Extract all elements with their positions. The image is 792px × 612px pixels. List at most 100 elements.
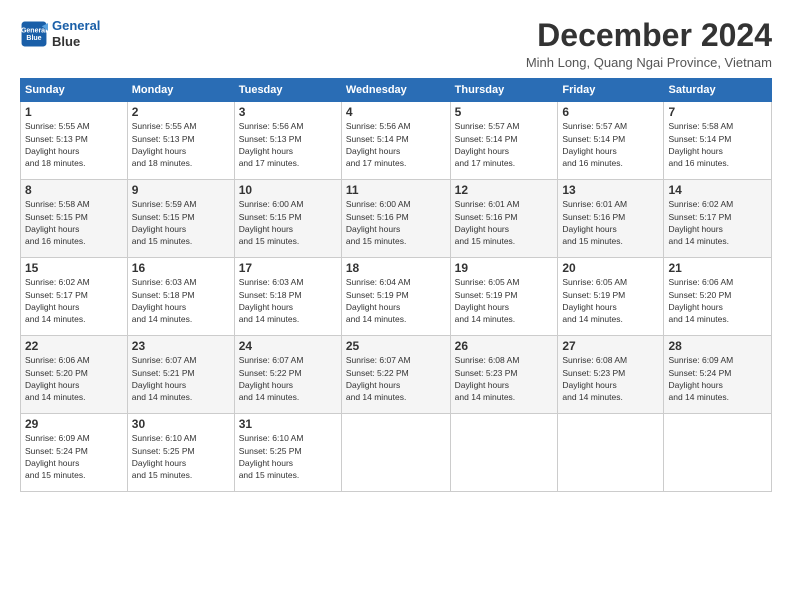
table-row: 13 Sunrise: 6:01 AM Sunset: 5:16 PM Dayl… <box>558 180 664 258</box>
calendar-table: Sunday Monday Tuesday Wednesday Thursday… <box>20 78 772 492</box>
table-row: 23 Sunrise: 6:07 AM Sunset: 5:21 PM Dayl… <box>127 336 234 414</box>
logo: General Blue General Blue <box>20 18 100 49</box>
day-info: Sunrise: 6:01 AM Sunset: 5:16 PM Dayligh… <box>562 198 659 247</box>
day-info: Sunrise: 6:04 AM Sunset: 5:19 PM Dayligh… <box>346 276 446 325</box>
day-number: 17 <box>239 261 337 275</box>
table-row <box>450 414 558 492</box>
table-row: 18 Sunrise: 6:04 AM Sunset: 5:19 PM Dayl… <box>341 258 450 336</box>
table-row: 2 Sunrise: 5:55 AM Sunset: 5:13 PM Dayli… <box>127 102 234 180</box>
day-number: 16 <box>132 261 230 275</box>
table-row: 31 Sunrise: 6:10 AM Sunset: 5:25 PM Dayl… <box>234 414 341 492</box>
day-number: 28 <box>668 339 767 353</box>
day-number: 9 <box>132 183 230 197</box>
table-row: 17 Sunrise: 6:03 AM Sunset: 5:18 PM Dayl… <box>234 258 341 336</box>
day-info: Sunrise: 5:57 AM Sunset: 5:14 PM Dayligh… <box>562 120 659 169</box>
col-sunday: Sunday <box>21 79 128 102</box>
day-number: 23 <box>132 339 230 353</box>
table-row: 1 Sunrise: 5:55 AM Sunset: 5:13 PM Dayli… <box>21 102 128 180</box>
table-row: 20 Sunrise: 6:05 AM Sunset: 5:19 PM Dayl… <box>558 258 664 336</box>
day-info: Sunrise: 6:09 AM Sunset: 5:24 PM Dayligh… <box>668 354 767 403</box>
calendar-week-row: 15 Sunrise: 6:02 AM Sunset: 5:17 PM Dayl… <box>21 258 772 336</box>
table-row: 5 Sunrise: 5:57 AM Sunset: 5:14 PM Dayli… <box>450 102 558 180</box>
day-info: Sunrise: 6:02 AM Sunset: 5:17 PM Dayligh… <box>25 276 123 325</box>
day-number: 5 <box>455 105 554 119</box>
day-number: 20 <box>562 261 659 275</box>
table-row: 11 Sunrise: 6:00 AM Sunset: 5:16 PM Dayl… <box>341 180 450 258</box>
day-info: Sunrise: 5:55 AM Sunset: 5:13 PM Dayligh… <box>132 120 230 169</box>
col-saturday: Saturday <box>664 79 772 102</box>
day-number: 14 <box>668 183 767 197</box>
day-number: 8 <box>25 183 123 197</box>
day-number: 2 <box>132 105 230 119</box>
location: Minh Long, Quang Ngai Province, Vietnam <box>526 55 772 70</box>
col-wednesday: Wednesday <box>341 79 450 102</box>
table-row: 28 Sunrise: 6:09 AM Sunset: 5:24 PM Dayl… <box>664 336 772 414</box>
table-row: 24 Sunrise: 6:07 AM Sunset: 5:22 PM Dayl… <box>234 336 341 414</box>
day-number: 4 <box>346 105 446 119</box>
day-info: Sunrise: 6:07 AM Sunset: 5:22 PM Dayligh… <box>239 354 337 403</box>
day-info: Sunrise: 5:57 AM Sunset: 5:14 PM Dayligh… <box>455 120 554 169</box>
day-number: 7 <box>668 105 767 119</box>
day-info: Sunrise: 6:07 AM Sunset: 5:22 PM Dayligh… <box>346 354 446 403</box>
calendar-week-row: 1 Sunrise: 5:55 AM Sunset: 5:13 PM Dayli… <box>21 102 772 180</box>
day-info: Sunrise: 6:03 AM Sunset: 5:18 PM Dayligh… <box>132 276 230 325</box>
day-info: Sunrise: 5:59 AM Sunset: 5:15 PM Dayligh… <box>132 198 230 247</box>
day-info: Sunrise: 6:00 AM Sunset: 5:15 PM Dayligh… <box>239 198 337 247</box>
day-number: 31 <box>239 417 337 431</box>
day-info: Sunrise: 6:00 AM Sunset: 5:16 PM Dayligh… <box>346 198 446 247</box>
day-number: 21 <box>668 261 767 275</box>
table-row: 22 Sunrise: 6:06 AM Sunset: 5:20 PM Dayl… <box>21 336 128 414</box>
table-row: 7 Sunrise: 5:58 AM Sunset: 5:14 PM Dayli… <box>664 102 772 180</box>
day-info: Sunrise: 6:08 AM Sunset: 5:23 PM Dayligh… <box>562 354 659 403</box>
col-tuesday: Tuesday <box>234 79 341 102</box>
logo-icon: General Blue <box>20 20 48 48</box>
logo-text: General Blue <box>52 18 100 49</box>
calendar-page: General Blue General Blue December 2024 … <box>0 0 792 502</box>
col-monday: Monday <box>127 79 234 102</box>
table-row: 27 Sunrise: 6:08 AM Sunset: 5:23 PM Dayl… <box>558 336 664 414</box>
day-number: 22 <box>25 339 123 353</box>
calendar-week-row: 8 Sunrise: 5:58 AM Sunset: 5:15 PM Dayli… <box>21 180 772 258</box>
day-number: 30 <box>132 417 230 431</box>
day-info: Sunrise: 6:08 AM Sunset: 5:23 PM Dayligh… <box>455 354 554 403</box>
table-row: 12 Sunrise: 6:01 AM Sunset: 5:16 PM Dayl… <box>450 180 558 258</box>
table-row <box>664 414 772 492</box>
table-row: 10 Sunrise: 6:00 AM Sunset: 5:15 PM Dayl… <box>234 180 341 258</box>
table-row: 19 Sunrise: 6:05 AM Sunset: 5:19 PM Dayl… <box>450 258 558 336</box>
day-info: Sunrise: 5:56 AM Sunset: 5:14 PM Dayligh… <box>346 120 446 169</box>
day-info: Sunrise: 6:02 AM Sunset: 5:17 PM Dayligh… <box>668 198 767 247</box>
day-info: Sunrise: 6:01 AM Sunset: 5:16 PM Dayligh… <box>455 198 554 247</box>
day-number: 10 <box>239 183 337 197</box>
day-info: Sunrise: 6:10 AM Sunset: 5:25 PM Dayligh… <box>132 432 230 481</box>
day-info: Sunrise: 6:05 AM Sunset: 5:19 PM Dayligh… <box>562 276 659 325</box>
table-row: 29 Sunrise: 6:09 AM Sunset: 5:24 PM Dayl… <box>21 414 128 492</box>
day-info: Sunrise: 6:06 AM Sunset: 5:20 PM Dayligh… <box>668 276 767 325</box>
day-number: 29 <box>25 417 123 431</box>
calendar-week-row: 29 Sunrise: 6:09 AM Sunset: 5:24 PM Dayl… <box>21 414 772 492</box>
table-row: 30 Sunrise: 6:10 AM Sunset: 5:25 PM Dayl… <box>127 414 234 492</box>
day-number: 19 <box>455 261 554 275</box>
day-number: 12 <box>455 183 554 197</box>
header: General Blue General Blue December 2024 … <box>20 18 772 70</box>
day-info: Sunrise: 6:07 AM Sunset: 5:21 PM Dayligh… <box>132 354 230 403</box>
table-row <box>558 414 664 492</box>
day-number: 24 <box>239 339 337 353</box>
table-row: 14 Sunrise: 6:02 AM Sunset: 5:17 PM Dayl… <box>664 180 772 258</box>
day-number: 15 <box>25 261 123 275</box>
table-row: 8 Sunrise: 5:58 AM Sunset: 5:15 PM Dayli… <box>21 180 128 258</box>
day-info: Sunrise: 5:56 AM Sunset: 5:13 PM Dayligh… <box>239 120 337 169</box>
day-number: 18 <box>346 261 446 275</box>
day-info: Sunrise: 5:58 AM Sunset: 5:15 PM Dayligh… <box>25 198 123 247</box>
table-row: 26 Sunrise: 6:08 AM Sunset: 5:23 PM Dayl… <box>450 336 558 414</box>
table-row: 21 Sunrise: 6:06 AM Sunset: 5:20 PM Dayl… <box>664 258 772 336</box>
svg-text:General: General <box>21 27 47 34</box>
day-number: 13 <box>562 183 659 197</box>
day-info: Sunrise: 5:55 AM Sunset: 5:13 PM Dayligh… <box>25 120 123 169</box>
table-row: 6 Sunrise: 5:57 AM Sunset: 5:14 PM Dayli… <box>558 102 664 180</box>
day-info: Sunrise: 6:10 AM Sunset: 5:25 PM Dayligh… <box>239 432 337 481</box>
title-block: December 2024 Minh Long, Quang Ngai Prov… <box>526 18 772 70</box>
day-number: 26 <box>455 339 554 353</box>
day-info: Sunrise: 5:58 AM Sunset: 5:14 PM Dayligh… <box>668 120 767 169</box>
table-row: 3 Sunrise: 5:56 AM Sunset: 5:13 PM Dayli… <box>234 102 341 180</box>
day-number: 25 <box>346 339 446 353</box>
